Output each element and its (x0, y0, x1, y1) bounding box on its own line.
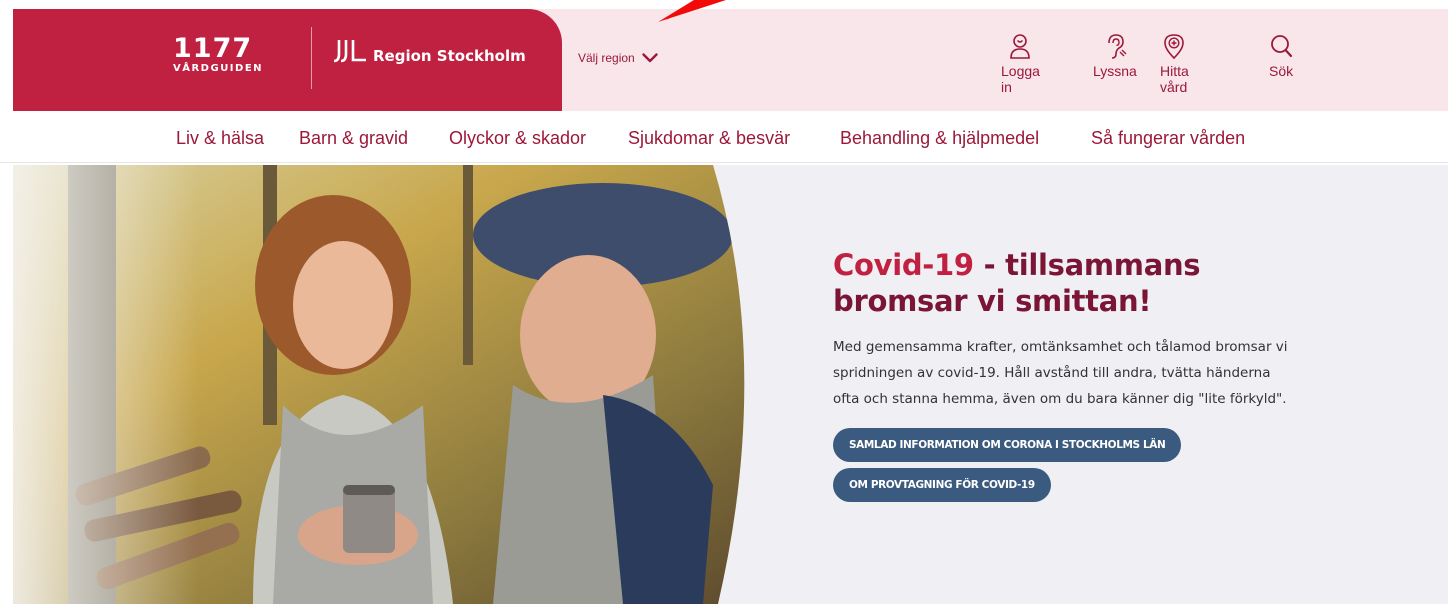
login-label: Logga in (1001, 63, 1040, 95)
hero-photo (13, 165, 745, 604)
nav-item-olyckor-skador[interactable]: Olyckor & skador (449, 128, 586, 149)
covid-testing-button[interactable]: OM PROVTAGNING FÖR COVID-19 (833, 468, 1051, 502)
hero-banner: Covid-19 - tillsammans bromsar vi smitta… (13, 165, 1448, 604)
logo-region-text: Region Stockholm (373, 47, 526, 65)
region-select-label: Välj region (578, 51, 635, 65)
hero-content: Covid-19 - tillsammans bromsar vi smitta… (833, 247, 1303, 502)
brand-divider (311, 27, 312, 89)
nav-item-barn-gravid[interactable]: Barn & gravid (299, 128, 408, 149)
site-header: 1177 VÅRDGUIDEN Region Stockholm Välj re… (13, 9, 1448, 111)
nav-item-behandling-hjalpmedel[interactable]: Behandling & hjälpmedel (840, 128, 1039, 149)
find-care-button[interactable]: Hitta vård (1160, 33, 1189, 95)
annotation-arrow-icon (658, 0, 726, 22)
hero-title-highlight: Covid-19 (833, 248, 974, 282)
hero-title: Covid-19 - tillsammans bromsar vi smitta… (833, 247, 1303, 319)
hero-body-text: Med gemensamma krafter, omtänksamhet och… (833, 339, 1288, 407)
logo-1177[interactable]: 1177 VÅRDGUIDEN (173, 33, 264, 74)
search-icon (1271, 35, 1293, 58)
chevron-down-icon (642, 53, 658, 63)
brand-block: 1177 VÅRDGUIDEN Region Stockholm (13, 9, 562, 111)
find-care-label: Hitta vård (1160, 63, 1189, 95)
logo-1177-subtitle: VÅRDGUIDEN (173, 63, 264, 74)
listen-button[interactable]: Lyssna (1093, 33, 1137, 79)
user-icon (1010, 34, 1031, 59)
logo-1177-number: 1177 (173, 33, 253, 64)
search-button[interactable]: Sök (1269, 33, 1293, 79)
main-navigation: Liv & hälsa Barn & gravid Olyckor & skad… (0, 118, 1448, 163)
nav-item-sjukdomar-besvar[interactable]: Sjukdomar & besvär (628, 128, 790, 149)
nav-item-liv-halsa[interactable]: Liv & hälsa (176, 128, 264, 149)
search-label: Sök (1269, 63, 1294, 79)
logo-region-stockholm[interactable]: Region Stockholm (333, 37, 526, 65)
login-button[interactable]: Logga in (1001, 33, 1040, 95)
region-select[interactable]: Välj region (578, 51, 658, 65)
ear-icon (1108, 34, 1127, 59)
region-stockholm-icon (333, 40, 366, 63)
map-pin-plus-icon (1164, 34, 1185, 59)
corona-info-button[interactable]: SAMLAD INFORMATION OM CORONA I STOCKHOLM… (833, 428, 1182, 462)
listen-label: Lyssna (1093, 63, 1137, 79)
nav-item-sa-fungerar-varden[interactable]: Så fungerar vården (1091, 128, 1245, 149)
